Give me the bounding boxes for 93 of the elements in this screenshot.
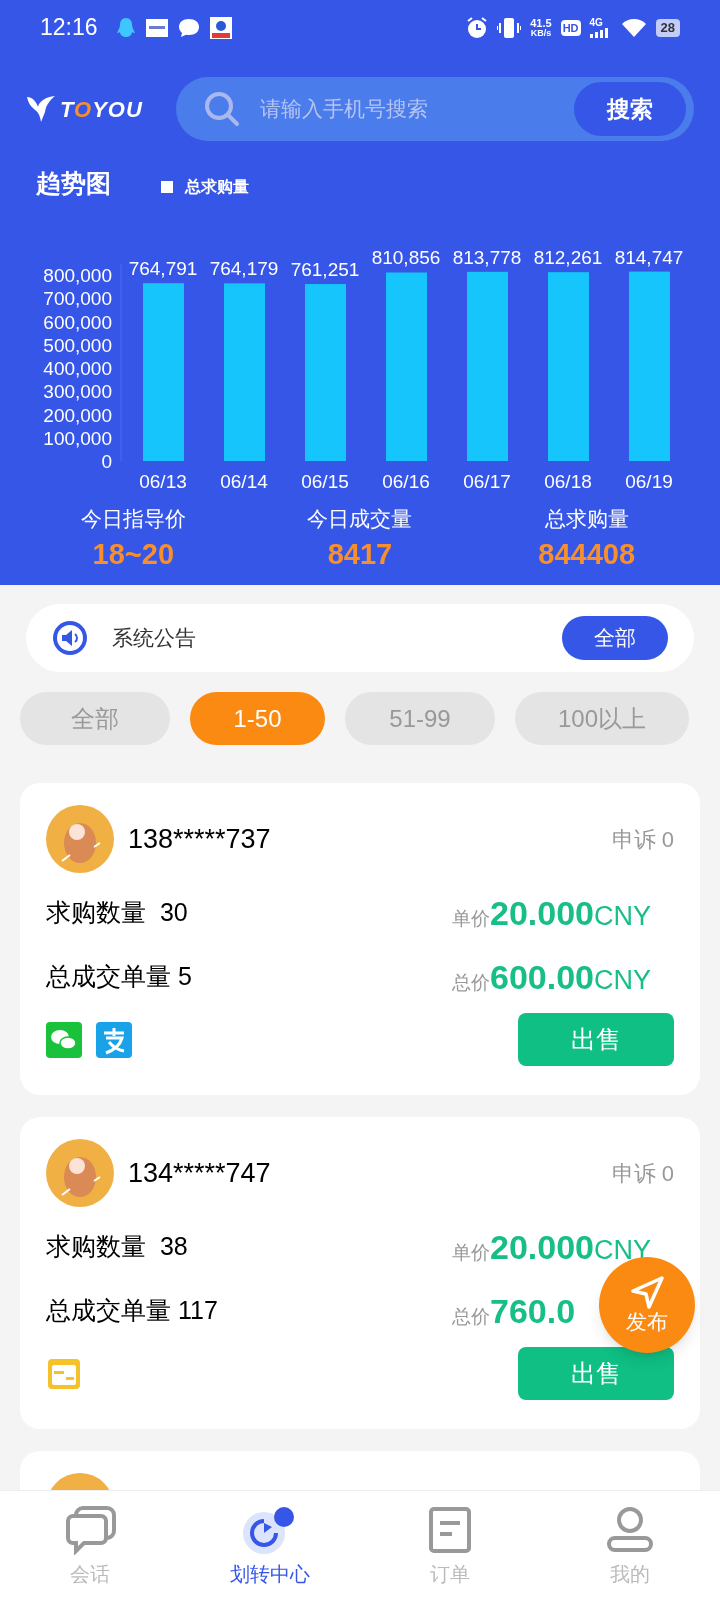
price-value: 20.000 xyxy=(490,892,594,934)
bar-value-label: 764,791 xyxy=(128,257,198,279)
alarm-icon xyxy=(466,16,489,39)
filter-tab[interactable]: 1-50 xyxy=(190,692,325,745)
network-type: 4G xyxy=(589,17,603,28)
stat-value: 844408 xyxy=(538,537,636,572)
quantity-text: 求购数量 30 xyxy=(46,897,188,929)
price-label: 总价 xyxy=(452,1304,490,1329)
axis-tick-label: 300,000 xyxy=(43,380,112,402)
status-time: 12:16 xyxy=(40,13,98,43)
currency-label: CNY xyxy=(594,963,651,997)
filter-tab[interactable]: 全部 xyxy=(20,692,170,745)
deal-count: 总成交单量 117 xyxy=(46,1295,218,1327)
filter-tab[interactable]: 51-99 xyxy=(345,692,495,745)
penguin-icon xyxy=(115,16,136,39)
nav-item[interactable]: 划转中心 xyxy=(180,1491,360,1600)
axis-tick-label: 400,000 xyxy=(43,357,112,379)
sell-button[interactable]: 出售 xyxy=(518,1347,674,1400)
stat-label: 今日指导价 xyxy=(80,505,186,532)
avatar-icon xyxy=(46,805,114,873)
network-speed-unit: KB/s xyxy=(530,27,552,38)
logo-text: TOYOU xyxy=(60,95,143,124)
paw-app-icon xyxy=(209,16,232,39)
axis-tick-label: 200,000 xyxy=(43,404,112,425)
logo-icon xyxy=(26,95,56,123)
chart-title: 趋势图 xyxy=(36,168,111,199)
chat-bubbles-icon xyxy=(46,1021,82,1058)
stat-value: 8417 xyxy=(327,537,393,572)
chat-icon xyxy=(64,1505,116,1555)
app-icon xyxy=(145,18,168,37)
axis-tick-label: 500,000 xyxy=(43,334,112,356)
nav-label: 会话 xyxy=(70,1562,110,1587)
all-button[interactable]: 全部 xyxy=(562,616,668,660)
appeal-count: 申诉 0 xyxy=(611,1159,674,1188)
speaker-icon xyxy=(52,620,88,656)
axis-category-label: 06/14 xyxy=(220,470,268,492)
notice-title: 系统公告 xyxy=(112,625,196,652)
stat-value: 18~20 xyxy=(92,537,175,572)
sell-button[interactable]: 出售 xyxy=(518,1013,674,1066)
battery-indicator: 28 xyxy=(655,18,680,37)
price-value: 600.00 xyxy=(490,956,594,998)
stat-label: 今日成交量 xyxy=(307,505,413,532)
bar-value-label: 814,747 xyxy=(614,246,684,268)
network-speed: 41.5 xyxy=(530,17,552,28)
appeal-count: 申诉 0 xyxy=(611,825,674,854)
navigation-arrow-icon xyxy=(630,1276,664,1310)
bar-value-label: 764,179 xyxy=(209,257,279,279)
price-label: 总价 xyxy=(452,970,490,995)
payment-app-icon xyxy=(96,1021,132,1058)
quantity-text: 求购数量 38 xyxy=(46,1231,188,1263)
legend-icon xyxy=(161,180,173,193)
bar-value-label: 810,856 xyxy=(371,247,441,268)
axis-tick-label: 100,000 xyxy=(43,427,112,449)
axis-category-label: 06/16 xyxy=(382,470,430,492)
axis-category-label: 06/18 xyxy=(544,470,592,492)
hd-badge: HD xyxy=(560,19,581,36)
bar-value-label: 761,251 xyxy=(290,258,360,280)
bar-value-label: 812,261 xyxy=(533,246,603,268)
legend-label: 总求购量 xyxy=(185,176,249,197)
axis-tick-label: 0 xyxy=(101,450,112,472)
axis-tick-label: 800,000 xyxy=(43,264,112,286)
deal-count: 总成交单量 5 xyxy=(46,961,192,993)
search-button[interactable]: 搜索 xyxy=(574,82,686,136)
nav-label: 订单 xyxy=(430,1562,470,1587)
axis-category-label: 06/17 xyxy=(463,470,511,492)
vibrate-icon xyxy=(497,16,522,39)
nav-item[interactable]: 订单 xyxy=(360,1491,540,1600)
avatar-icon xyxy=(46,1139,114,1207)
document-icon xyxy=(428,1505,472,1555)
price-value: 20.000 xyxy=(490,1226,594,1268)
price-label: 单价 xyxy=(452,1240,490,1265)
filter-tab[interactable]: 100以上 xyxy=(515,692,689,745)
search-field[interactable]: 请输入手机号搜索 搜索 xyxy=(176,77,694,141)
axis-category-label: 06/19 xyxy=(625,470,673,492)
nav-item[interactable]: 我的 xyxy=(540,1491,720,1600)
axis-tick-label: 700,000 xyxy=(43,287,112,309)
search-icon xyxy=(204,91,240,127)
bar-value-label: 813,778 xyxy=(452,246,522,268)
chat-bubble-icon xyxy=(177,17,200,38)
nav-label: 我的 xyxy=(610,1562,650,1587)
person-icon xyxy=(606,1505,654,1555)
nav-label: 划转中心 xyxy=(230,1562,310,1587)
currency-label: CNY xyxy=(594,899,651,933)
axis-tick-label: 600,000 xyxy=(43,311,112,332)
price-label: 单价 xyxy=(452,906,490,931)
phone-number: 138*****737 xyxy=(128,822,271,856)
nav-item[interactable]: 会话 xyxy=(0,1491,180,1600)
wifi-icon xyxy=(620,17,647,38)
axis-category-label: 06/13 xyxy=(139,470,187,492)
phone-number: 134*****747 xyxy=(128,1156,271,1190)
axis-category-label: 06/15 xyxy=(301,470,349,492)
stat-label: 总求购量 xyxy=(544,505,629,532)
price-value: 760.0 xyxy=(490,1290,576,1332)
